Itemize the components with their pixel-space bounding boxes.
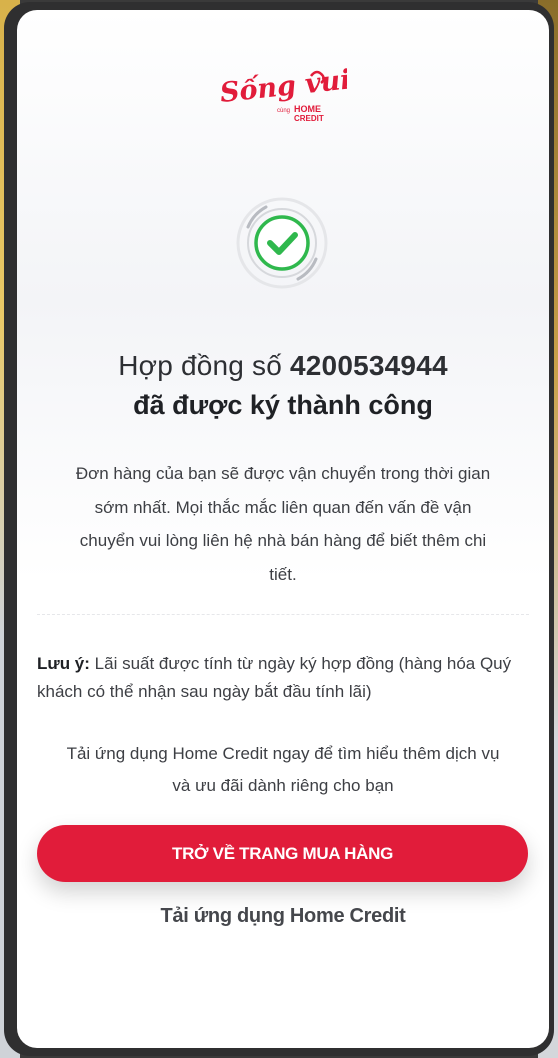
contract-title: Hợp đồng số 4200534944	[17, 350, 549, 382]
app-promo-text: Tải ứng dụng Home Credit ngay để tìm hiể…	[66, 744, 500, 795]
phone-frame: Sống vui cùng HOME CREDIT Hợp đồng số 42…	[4, 2, 554, 1056]
logo-script-text: Sống vui	[218, 63, 347, 109]
logo-credit-text: CREDIT	[294, 114, 324, 123]
signed-success-text: đã được ký thành công	[133, 390, 433, 420]
shipping-description: Đơn hàng của bạn sẽ được vận chuyển tron…	[75, 464, 491, 584]
logo-small-text: cùng	[277, 108, 290, 114]
home-credit-logo: Sống vui cùng HOME CREDIT	[217, 60, 352, 130]
download-app-link[interactable]: Tải ứng dụng Home Credit	[17, 905, 549, 928]
success-card: Sống vui cùng HOME CREDIT Hợp đồng số 42…	[17, 10, 549, 1048]
interest-note: Lưu ý: Lãi suất được tính từ ngày ký hợp…	[37, 650, 537, 706]
contract-title-prefix: Hợp đồng số	[118, 350, 283, 381]
success-indicator	[236, 197, 328, 289]
dashed-divider	[37, 614, 529, 615]
note-label: Lưu ý:	[37, 654, 90, 673]
logo-home-text: HOME	[294, 104, 321, 114]
back-to-shop-button[interactable]: TRỞ VỀ TRANG MUA HÀNG	[37, 825, 528, 882]
logo-graphic: Sống vui cùng HOME CREDIT	[218, 63, 352, 123]
contract-number: 4200534944	[290, 350, 448, 381]
note-text: Lãi suất được tính từ ngày ký hợp đồng (…	[37, 654, 512, 701]
check-circle-icon	[236, 197, 328, 289]
